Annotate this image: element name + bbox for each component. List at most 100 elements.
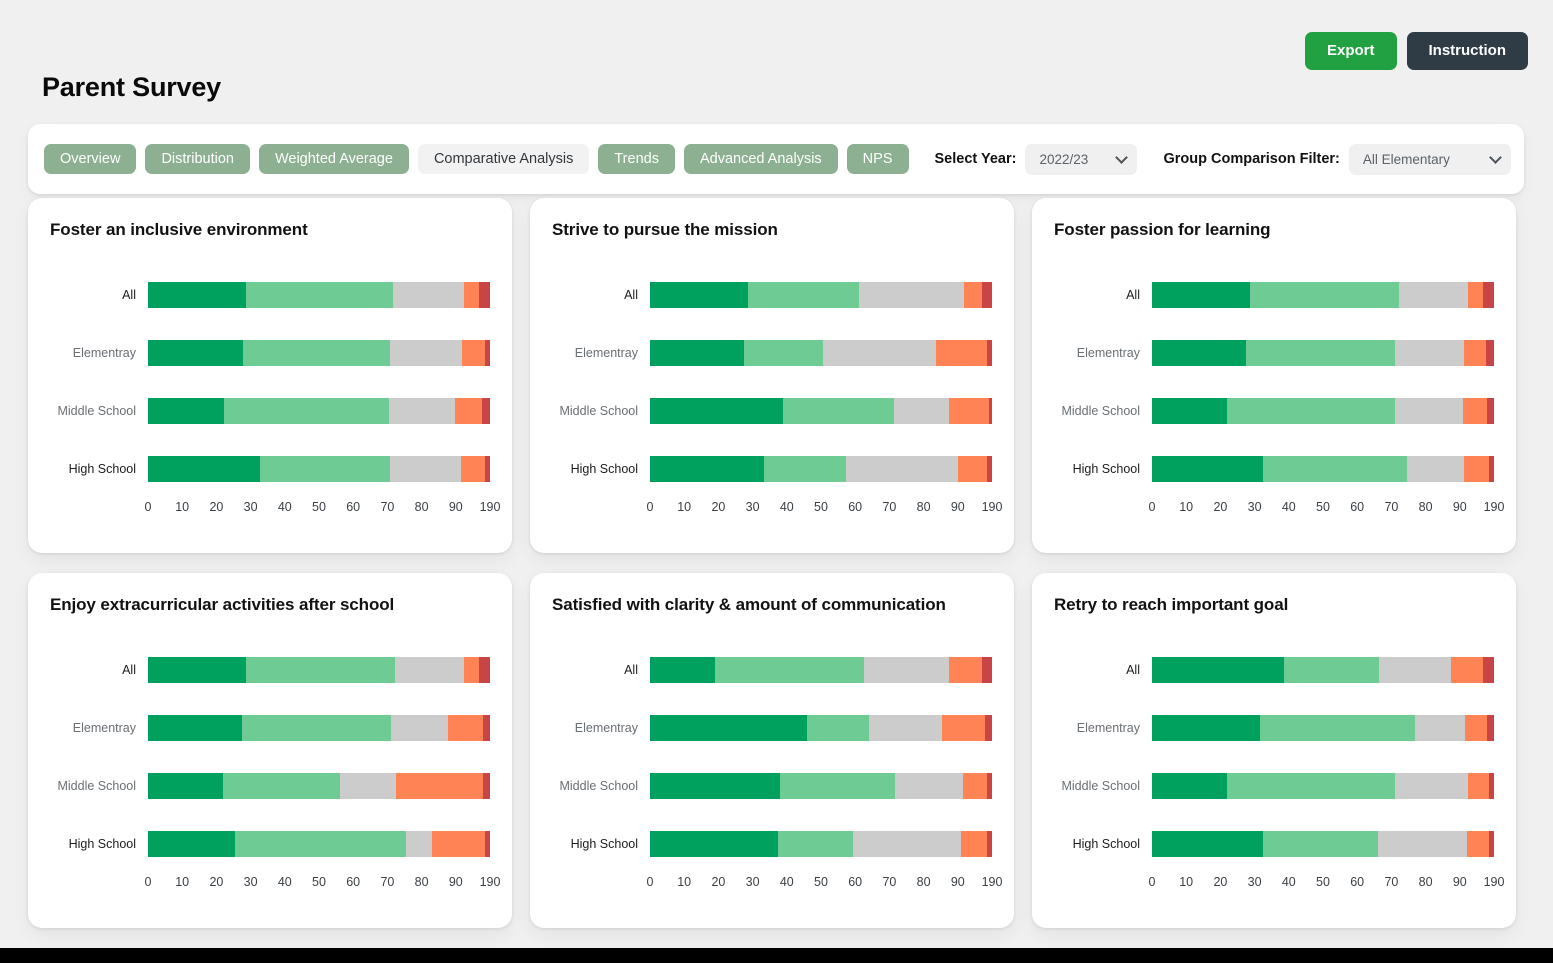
bar-segment[interactable] [949,657,982,683]
bar-segment[interactable] [942,715,986,741]
stacked-bar[interactable] [650,456,992,482]
stacked-bar[interactable] [1152,657,1494,683]
bar-segment[interactable] [1152,398,1228,424]
bar-segment[interactable] [650,456,764,482]
bar-segment[interactable] [1246,340,1396,366]
bar-segment[interactable] [242,715,392,741]
bar-segment[interactable] [1467,282,1484,308]
bar-segment[interactable] [778,831,854,857]
bar-segment[interactable] [390,340,463,366]
stacked-bar[interactable] [1152,456,1494,482]
bar-segment[interactable] [1488,773,1494,799]
bar-segment[interactable] [484,831,490,857]
bar-segment[interactable] [1227,398,1395,424]
bar-segment[interactable] [845,456,959,482]
stacked-bar[interactable] [1152,773,1494,799]
bar-segment[interactable] [744,340,824,366]
bar-segment[interactable] [1466,831,1489,857]
bar-segment[interactable] [485,340,490,366]
bar-segment[interactable] [460,456,485,482]
bar-segment[interactable] [1379,657,1452,683]
bar-segment[interactable] [148,657,246,683]
stacked-bar[interactable] [650,773,992,799]
bar-segment[interactable] [1488,456,1494,482]
bar-segment[interactable] [1487,715,1494,741]
tab-overview[interactable]: Overview [44,144,137,174]
bar-segment[interactable] [1487,398,1494,424]
bar-segment[interactable] [958,456,987,482]
stacked-bar[interactable] [148,398,490,424]
instruction-button[interactable]: Instruction [1406,32,1528,70]
bar-segment[interactable] [1152,456,1264,482]
bar-segment[interactable] [986,456,992,482]
tab-weighted-average[interactable]: Weighted Average [258,144,409,174]
stacked-bar[interactable] [148,657,490,683]
bar-segment[interactable] [1152,831,1264,857]
bar-segment[interactable] [961,831,987,857]
bar-segment[interactable] [259,456,390,482]
bar-segment[interactable] [246,282,394,308]
bar-segment[interactable] [863,657,950,683]
bar-segment[interactable] [714,657,864,683]
bar-segment[interactable] [479,657,490,683]
bar-segment[interactable] [1152,657,1285,683]
bar-segment[interactable] [431,831,485,857]
bar-segment[interactable] [234,831,406,857]
bar-segment[interactable] [463,282,480,308]
bar-segment[interactable] [1463,398,1488,424]
bar-segment[interactable] [1395,340,1464,366]
bar-segment[interactable] [650,715,808,741]
stacked-bar[interactable] [148,831,490,857]
bar-segment[interactable] [981,657,992,683]
bar-segment[interactable] [483,773,490,799]
bar-segment[interactable] [807,715,869,741]
bar-segment[interactable] [1284,657,1380,683]
tab-comparative-analysis[interactable]: Comparative Analysis [417,144,590,174]
bar-segment[interactable] [650,340,745,366]
stacked-bar[interactable] [650,398,992,424]
bar-segment[interactable] [935,340,988,366]
bar-segment[interactable] [823,340,936,366]
bar-segment[interactable] [1394,773,1469,799]
bar-segment[interactable] [1485,340,1494,366]
bar-segment[interactable] [964,282,982,308]
bar-segment[interactable] [391,715,448,741]
bar-segment[interactable] [1394,398,1464,424]
bar-segment[interactable] [1152,715,1260,741]
bar-segment[interactable] [1152,340,1247,366]
bar-segment[interactable] [650,657,715,683]
stacked-bar[interactable] [1152,831,1494,857]
stacked-bar[interactable] [650,831,992,857]
bar-segment[interactable] [339,773,396,799]
bar-segment[interactable] [447,715,484,741]
bar-segment[interactable] [1263,456,1407,482]
stacked-bar[interactable] [650,715,992,741]
bar-segment[interactable] [463,657,480,683]
bar-segment[interactable] [405,831,432,857]
bar-segment[interactable] [462,340,486,366]
bar-segment[interactable] [1451,657,1484,683]
bar-segment[interactable] [894,398,950,424]
bar-segment[interactable] [223,773,340,799]
bar-segment[interactable] [148,715,243,741]
stacked-bar[interactable] [148,773,490,799]
stacked-bar[interactable] [650,340,992,366]
stacked-bar[interactable] [1152,340,1494,366]
bar-segment[interactable] [782,398,895,424]
bar-segment[interactable] [483,715,490,741]
bar-segment[interactable] [962,773,987,799]
bar-segment[interactable] [1249,282,1399,308]
bar-segment[interactable] [1463,340,1486,366]
bar-segment[interactable] [1406,456,1465,482]
bar-segment[interactable] [1398,282,1468,308]
year-select[interactable]: 2022/23 [1025,143,1138,175]
bar-segment[interactable] [148,398,224,424]
bar-segment[interactable] [148,773,224,799]
tab-distribution[interactable]: Distribution [145,144,250,174]
bar-segment[interactable] [482,398,490,424]
bar-segment[interactable] [986,831,992,857]
bar-segment[interactable] [1152,773,1228,799]
bar-segment[interactable] [479,282,490,308]
bar-segment[interactable] [650,773,780,799]
bar-segment[interactable] [243,340,391,366]
